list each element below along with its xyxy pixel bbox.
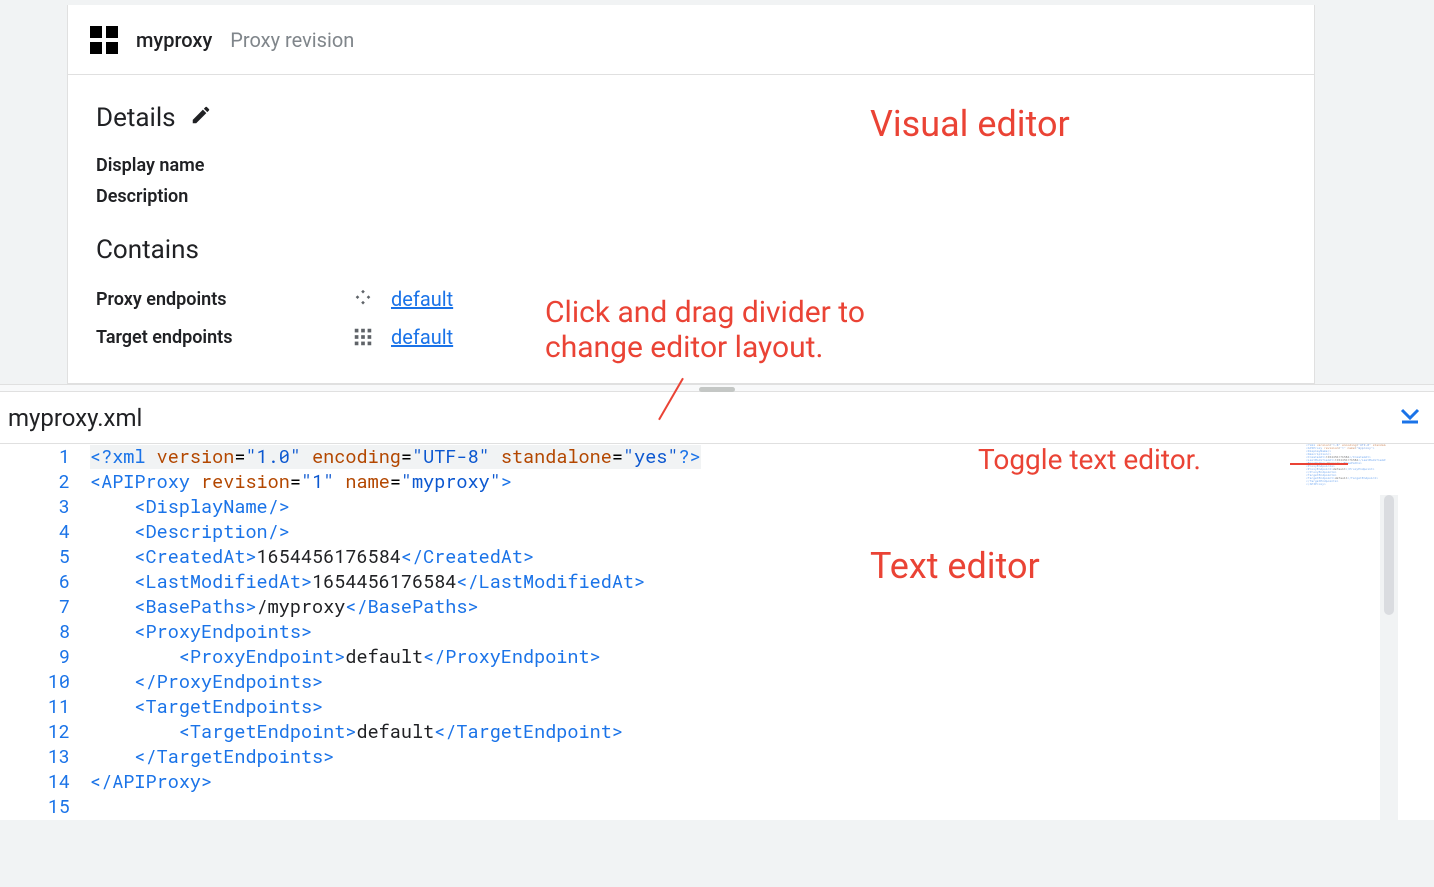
target-endpoints-row: Target endpoints default [96, 325, 1286, 349]
move-icon [351, 287, 375, 311]
details-section: Details Display name Description Contain… [68, 75, 1314, 383]
description-label: Description [96, 186, 1286, 207]
proxy-endpoints-row: Proxy endpoints default [96, 287, 1286, 311]
contains-title: Contains [96, 235, 1286, 265]
line-number-gutter: 123456789101112131415 [0, 444, 90, 820]
grid-icon [351, 325, 375, 349]
target-endpoint-link[interactable]: default [391, 325, 453, 349]
proxy-name: myproxy [136, 28, 212, 52]
header-bar: myproxy Proxy revision [68, 5, 1314, 75]
apps-icon[interactable] [90, 26, 118, 54]
annotation-line [1290, 463, 1348, 465]
filename: myproxy.xml [8, 404, 142, 432]
text-editor-header: myproxy.xml [0, 392, 1434, 444]
details-title-row: Details [96, 103, 1286, 133]
visual-editor-panel: myproxy Proxy revision Details Display n… [67, 5, 1315, 384]
display-name-label: Display name [96, 155, 1286, 176]
minimap[interactable]: <?xml version="1.0" encoding="UTF-8" sta… [1306, 444, 1386, 494]
pane-divider[interactable] [0, 384, 1434, 392]
editor-scrollbar[interactable] [1380, 495, 1398, 855]
proxy-endpoint-link[interactable]: default [391, 287, 453, 311]
code-editor[interactable]: 123456789101112131415 <?xml version="1.0… [0, 444, 1434, 820]
proxy-endpoints-label: Proxy endpoints [96, 289, 351, 310]
text-editor-panel: myproxy.xml 123456789101112131415 <?xml … [0, 392, 1434, 820]
collapse-editor-button[interactable] [1394, 403, 1426, 433]
details-title: Details [96, 103, 176, 133]
target-endpoints-label: Target endpoints [96, 327, 351, 348]
divider-handle-icon[interactable] [699, 387, 735, 392]
edit-icon[interactable] [190, 103, 212, 133]
proxy-subtitle: Proxy revision [230, 28, 354, 52]
code-content[interactable]: <?xml version="1.0" encoding="UTF-8" sta… [90, 444, 1434, 820]
